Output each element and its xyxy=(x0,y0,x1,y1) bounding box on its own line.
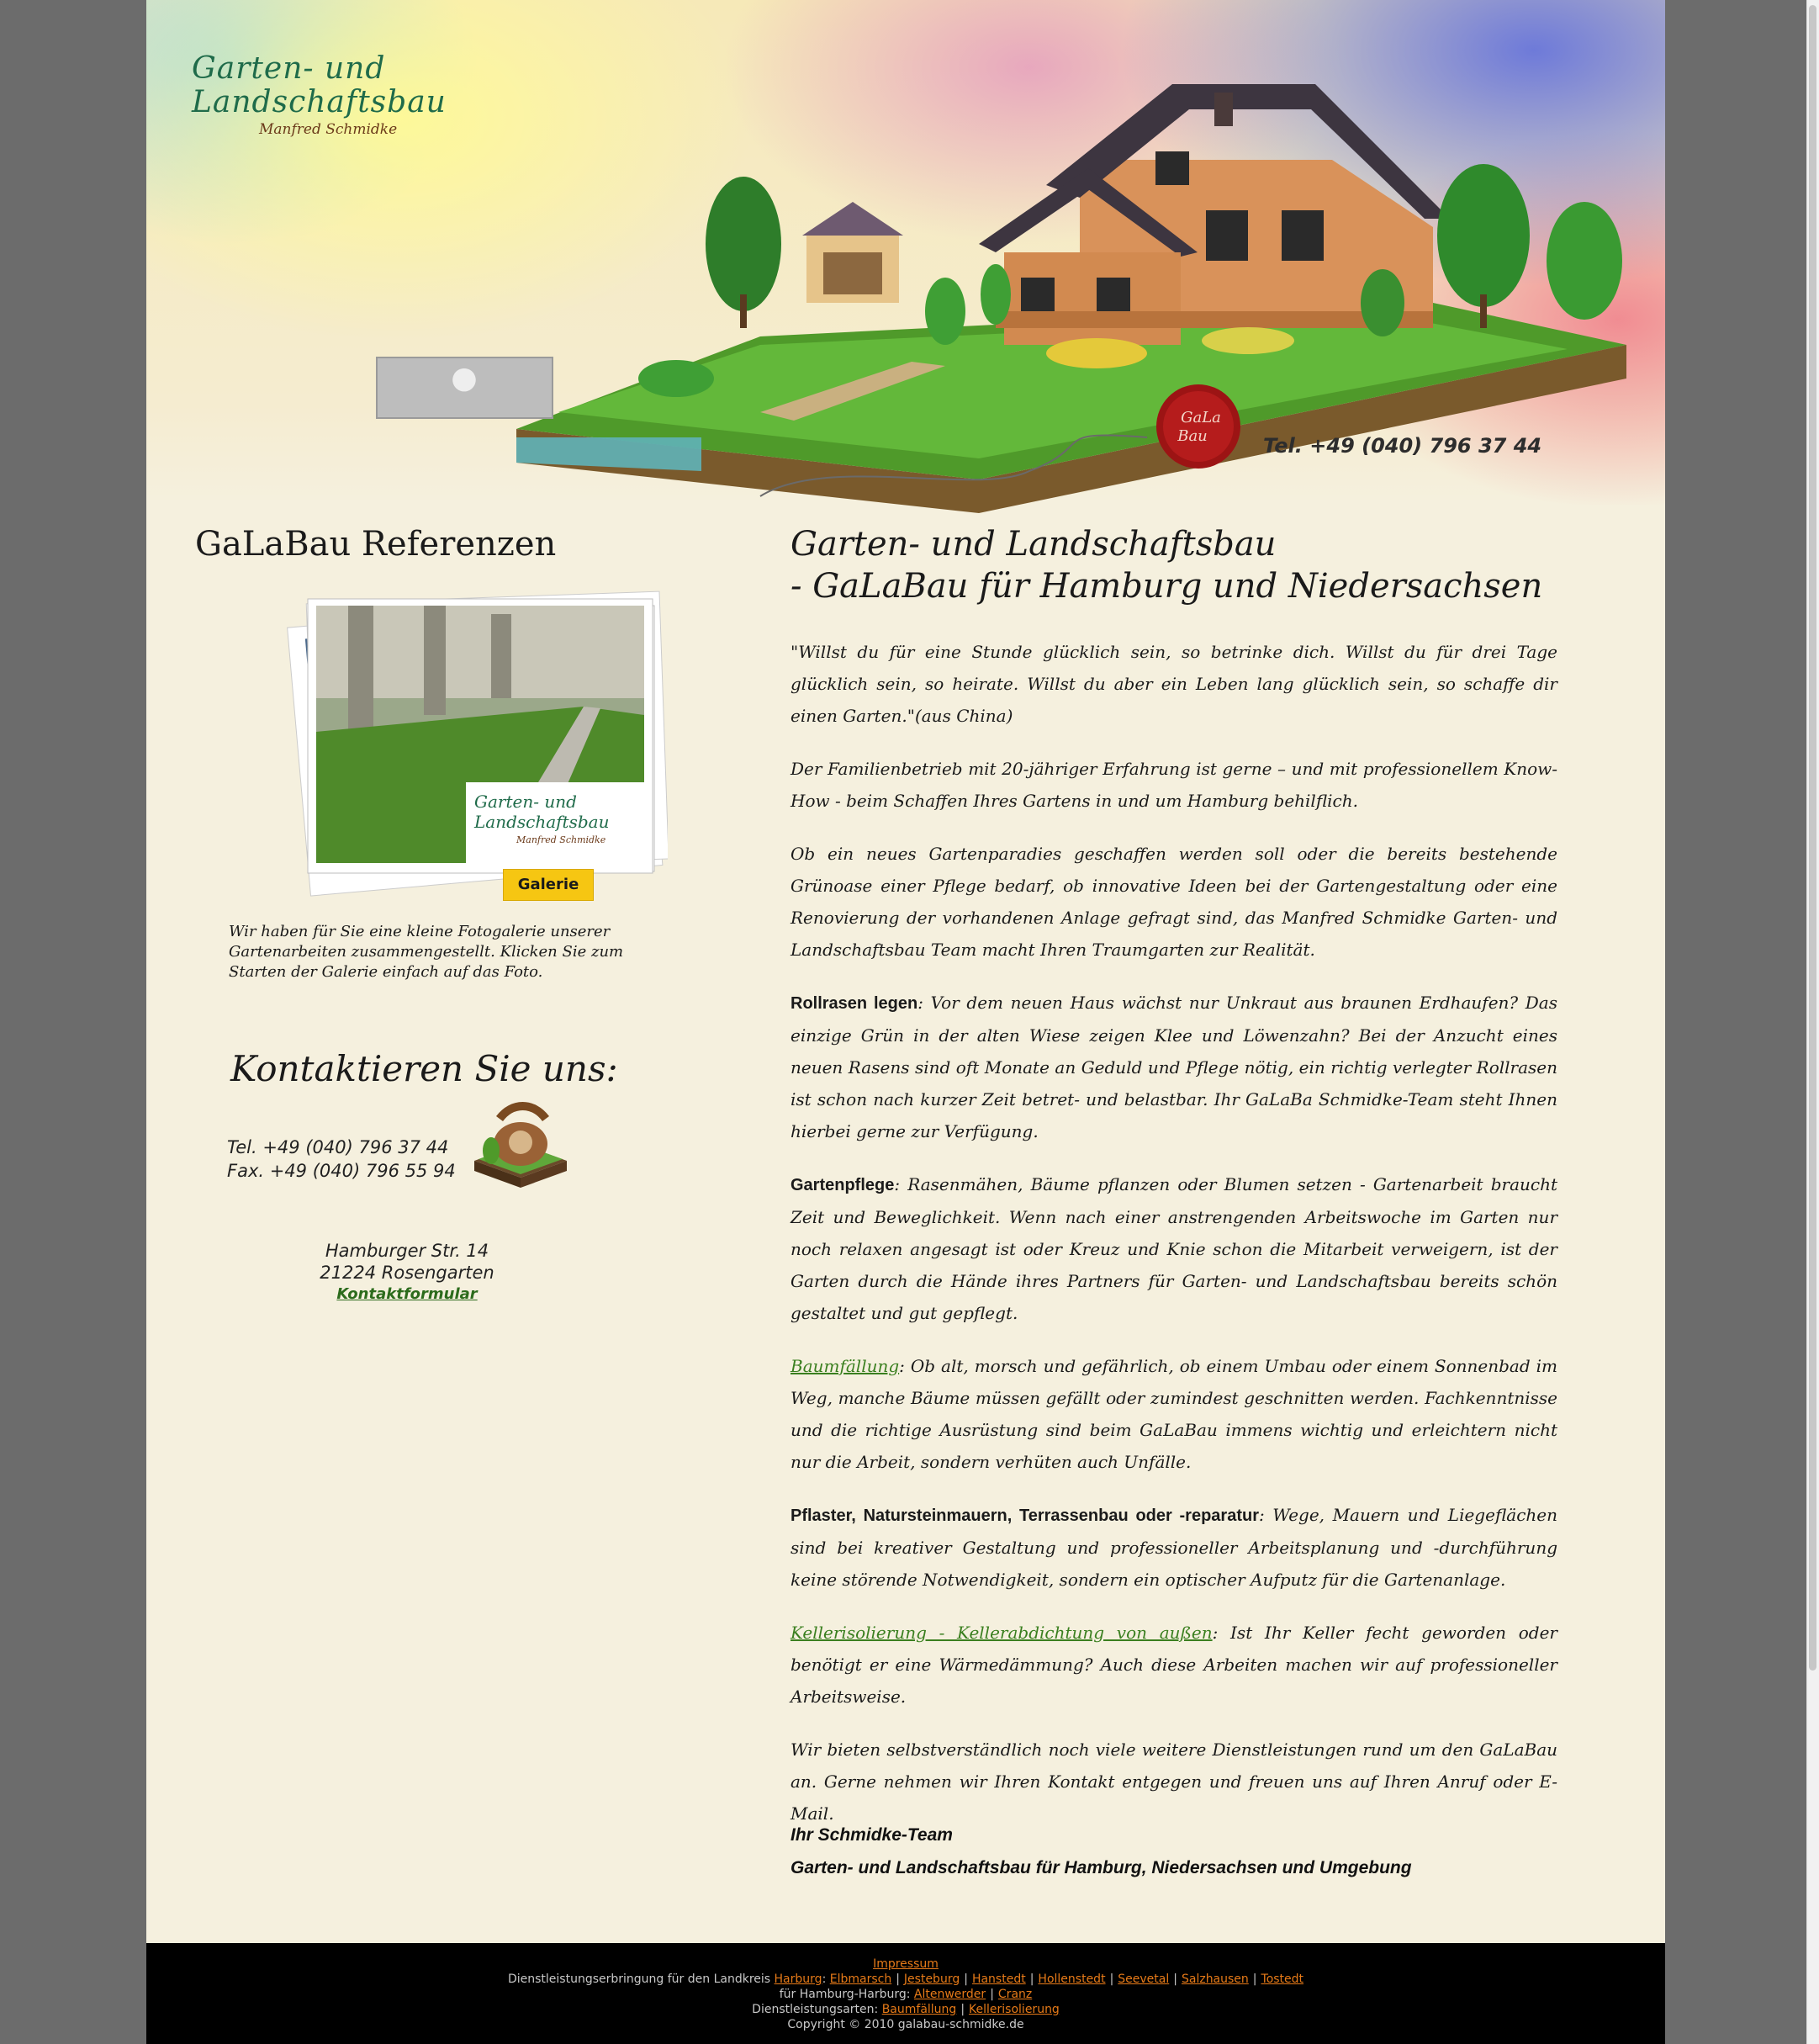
contact-fax: Fax. +49 (040) 796 55 94 xyxy=(227,1161,456,1181)
rollrasen-label: Rollrasen legen xyxy=(791,994,918,1013)
page-title: Garten- und Landschaftsbau - GaLaBau für… xyxy=(791,523,1542,607)
footer-link-salzhausen[interactable]: Salzhausen xyxy=(1182,1973,1249,1986)
footer-arten-line: Dienstleistungsarten: Baumfällung | Keller… xyxy=(752,2003,1060,2016)
gallery-description: Wir haben für Sie eine kleine Fotogaleri… xyxy=(229,923,624,981)
contact-form-link[interactable]: Kontaktformular xyxy=(315,1284,500,1305)
gallery-photo-stack[interactable]: Garten- und Landschaftsbau Manfred Schmi… xyxy=(230,580,668,900)
page-title-line-1: Garten- und Landschaftsbau xyxy=(791,525,1277,564)
missing-plugin-placeholder[interactable]: ● xyxy=(376,357,553,419)
address-street: Hamburger Str. 14 xyxy=(325,1241,489,1261)
signature-team: Ihr Schmidke-Team xyxy=(791,1825,953,1845)
logo-line-2: Landschaftsbau xyxy=(192,85,447,119)
page-title-line-2: - GaLaBau für Hamburg und Niedersachsen xyxy=(791,567,1543,606)
scrollbar-thumb[interactable] xyxy=(1809,5,1816,1671)
footer-link-hollenstedt[interactable]: Hollenstedt xyxy=(1038,1973,1105,1986)
signature-tagline: Garten- und Landschaftsbau für Hamburg, … xyxy=(791,1858,1412,1877)
baumfaellung-text: : Ob alt, morsch und gefährlich, ob eine… xyxy=(791,1356,1557,1472)
footer-hamburg-prefix: für Hamburg-Harburg: xyxy=(779,1988,911,2001)
logo-line-1: Garten- und xyxy=(192,51,386,86)
footer-link-harburg[interactable]: Harburg xyxy=(775,1973,822,1986)
footer-link-baumfaellung[interactable]: Baumfällung xyxy=(882,2003,957,2016)
galabau-wax-seal: GaLa Bau xyxy=(1156,384,1240,469)
site-logo[interactable]: Garten- und Landschaftsbau Manfred Schmi… xyxy=(192,51,447,139)
intro-paragraph: Der Familienbetrieb mit 20-jähriger Erfa… xyxy=(791,759,1557,811)
kellerisolierung-link[interactable]: Kellerisolierung - Kellerabdichtung von … xyxy=(791,1623,1213,1643)
footer-landkreis-line: Dienstleistungserbringung für den Landkr… xyxy=(507,1973,1304,1986)
contact-numbers: Tel. +49 (040) 796 37 44 Fax. +49 (040) … xyxy=(227,1136,456,1183)
gallery-logo-line-2: Landschaftsbau xyxy=(473,812,609,832)
services-paragraph: Ob ein neues Gartenparadies geschaffen w… xyxy=(791,844,1557,960)
contact-heading: Kontaktieren Sie uns: xyxy=(230,1048,618,1089)
gallery-logo-line-3: Manfred Schmidke xyxy=(516,834,606,845)
footer-link-altenwerder[interactable]: Altenwerder xyxy=(914,1988,986,2001)
gartenpflege-text: : Rasenmähen, Bäume pflanzen oder Blumen… xyxy=(791,1174,1557,1323)
footer-link-elbmarsch[interactable]: Elbmarsch xyxy=(830,1973,891,1986)
footer-link-jesteburg[interactable]: Jesteburg xyxy=(904,1973,960,1986)
seal-text-1: GaLa xyxy=(1181,409,1221,426)
closing-paragraph: Wir bieten selbstverständlich noch viele… xyxy=(791,1740,1557,1824)
gallery-logo-line-1: Garten- und xyxy=(474,792,577,812)
footer-link-hanstedt[interactable]: Hanstedt xyxy=(972,1973,1026,1986)
pflaster-label: Pflaster, Natursteinmauern, Terrassenbau… xyxy=(791,1507,1259,1525)
header-banner: Garten- und Landschaftsbau Manfred Schmi… xyxy=(146,0,1665,513)
footer-link-seevetal[interactable]: Seevetal xyxy=(1118,1973,1169,1986)
references-heading: GaLaBau Referenzen xyxy=(195,525,557,564)
gartenpflege-paragraph: Gartenpflege: Rasenmähen, Bäume pflanzen… xyxy=(791,1168,1557,1329)
impressum-link[interactable]: Impressum xyxy=(873,1957,939,1971)
footer: Impressum Dienstleistungserbringung für … xyxy=(146,1943,1665,2044)
footer-link-kellerisolierung[interactable]: Kellerisolierung xyxy=(969,2003,1060,2016)
address-city: 21224 Rosengarten xyxy=(320,1263,494,1283)
footer-landkreis-prefix: Dienstleistungserbringung für den Landkr… xyxy=(507,1973,771,1986)
page-container: Garten- und Landschaftsbau Manfred Schmi… xyxy=(146,0,1665,2044)
seal-text-2: Bau xyxy=(1177,427,1208,445)
gartenpflege-label: Gartenpflege xyxy=(791,1176,895,1194)
header-phone: Tel. +49 (040) 796 37 44 xyxy=(1263,434,1542,458)
contact-tel: Tel. +49 (040) 796 37 44 xyxy=(227,1137,449,1157)
footer-link-cranz[interactable]: Cranz xyxy=(998,1988,1032,2001)
rollrasen-text: : Vor dem neuen Haus wächst nur Unkraut … xyxy=(791,993,1557,1141)
signature-block: Ihr Schmidke-Team Garten- und Landschaft… xyxy=(791,1819,1412,1884)
keller-paragraph: Kellerisolierung - Kellerabdichtung von … xyxy=(791,1617,1557,1713)
pflaster-paragraph: Pflaster, Natursteinmauern, Terrassenbau… xyxy=(791,1499,1557,1596)
main-content: "Willst du für eine Stunde glücklich sei… xyxy=(791,636,1557,1851)
address-block: Hamburger Str. 14 21224 Rosengarten Kont… xyxy=(315,1240,668,1305)
rollrasen-paragraph: Rollrasen legen: Vor dem neuen Haus wäch… xyxy=(791,987,1557,1147)
footer-copyright: Copyright © 2010 galabau-schmidke.de xyxy=(787,2018,1024,2031)
logo-line-3: Manfred Schmidke xyxy=(259,121,398,138)
footer-link-tostedt[interactable]: Tostedt xyxy=(1261,1973,1304,1986)
telephone-icon xyxy=(474,1102,567,1188)
quote-paragraph: "Willst du für eine Stunde glücklich sei… xyxy=(791,642,1557,726)
baumfaellung-paragraph: Baumfällung: Ob alt, morsch und gefährli… xyxy=(791,1350,1557,1478)
footer-hamburg-line: für Hamburg-Harburg: Altenwerder | Cranz xyxy=(779,1988,1033,2001)
footer-arten-prefix: Dienstleistungsarten: xyxy=(752,2003,879,2016)
gallery-button[interactable]: Galerie xyxy=(503,869,594,901)
baumfaellung-link[interactable]: Baumfällung xyxy=(791,1356,899,1376)
puzzle-plugin-icon: ● xyxy=(451,361,478,395)
